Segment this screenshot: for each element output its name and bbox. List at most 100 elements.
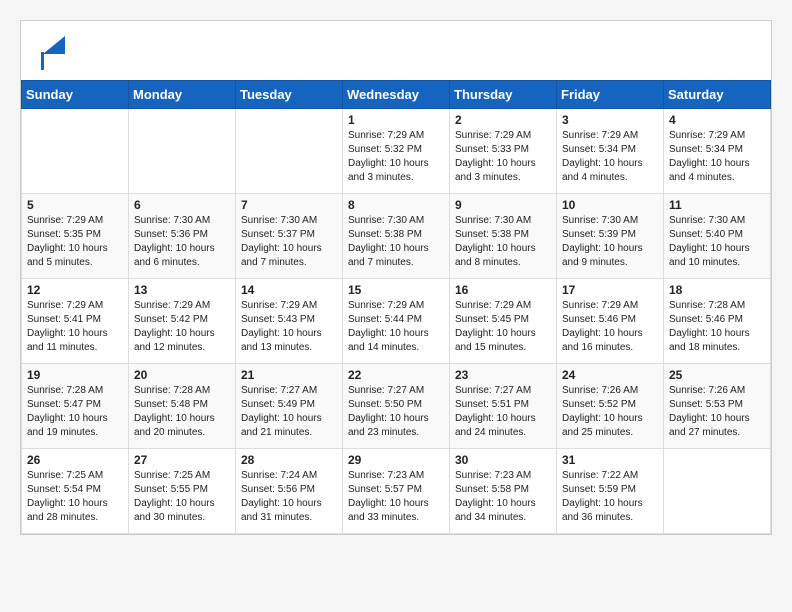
day-cell: 28 Sunrise: 7:24 AMSunset: 5:56 PMDayligh… — [236, 449, 343, 534]
day-number: 24 — [562, 368, 658, 382]
day-cell: 24 Sunrise: 7:26 AMSunset: 5:52 PMDayligh… — [557, 364, 664, 449]
day-info: Sunrise: 7:29 AMSunset: 5:46 PMDaylight:… — [562, 299, 658, 355]
day-cell: 5 Sunrise: 7:29 AMSunset: 5:35 PMDaylight… — [22, 194, 129, 279]
day-cell: 9 Sunrise: 7:30 AMSunset: 5:38 PMDaylight… — [450, 194, 557, 279]
day-number: 2 — [455, 113, 551, 127]
day-number: 10 — [562, 198, 658, 212]
day-cell: 17 Sunrise: 7:29 AMSunset: 5:46 PMDayligh… — [557, 279, 664, 364]
day-info: Sunrise: 7:29 AMSunset: 5:41 PMDaylight:… — [27, 299, 123, 355]
day-number: 4 — [669, 113, 765, 127]
day-info: Sunrise: 7:23 AMSunset: 5:57 PMDaylight:… — [348, 469, 444, 525]
day-info: Sunrise: 7:25 AMSunset: 5:55 PMDaylight:… — [134, 469, 230, 525]
day-number: 25 — [669, 368, 765, 382]
day-cell: 22 Sunrise: 7:27 AMSunset: 5:50 PMDayligh… — [343, 364, 450, 449]
day-number: 1 — [348, 113, 444, 127]
day-info: Sunrise: 7:30 AMSunset: 5:38 PMDaylight:… — [348, 214, 444, 270]
day-cell: 21 Sunrise: 7:27 AMSunset: 5:49 PMDayligh… — [236, 364, 343, 449]
day-number: 28 — [241, 453, 337, 467]
day-info: Sunrise: 7:29 AMSunset: 5:44 PMDaylight:… — [348, 299, 444, 355]
calendar-table: SundayMondayTuesdayWednesdayThursdayFrid… — [21, 80, 771, 534]
day-number: 11 — [669, 198, 765, 212]
day-cell — [236, 109, 343, 194]
day-info: Sunrise: 7:27 AMSunset: 5:49 PMDaylight:… — [241, 384, 337, 440]
weekday-header-friday: Friday — [557, 81, 664, 109]
day-cell: 14 Sunrise: 7:29 AMSunset: 5:43 PMDayligh… — [236, 279, 343, 364]
week-row-4: 19 Sunrise: 7:28 AMSunset: 5:47 PMDayligh… — [22, 364, 771, 449]
day-info: Sunrise: 7:27 AMSunset: 5:50 PMDaylight:… — [348, 384, 444, 440]
day-info: Sunrise: 7:24 AMSunset: 5:56 PMDaylight:… — [241, 469, 337, 525]
day-info: Sunrise: 7:28 AMSunset: 5:47 PMDaylight:… — [27, 384, 123, 440]
day-cell: 7 Sunrise: 7:30 AMSunset: 5:37 PMDaylight… — [236, 194, 343, 279]
logo — [41, 36, 65, 70]
day-cell: 16 Sunrise: 7:29 AMSunset: 5:45 PMDayligh… — [450, 279, 557, 364]
day-number: 20 — [134, 368, 230, 382]
day-cell: 25Sunrise: 7:26 AMSunset: 5:53 PMDayligh… — [664, 364, 771, 449]
day-info: Sunrise: 7:29 AMSunset: 5:33 PMDaylight:… — [455, 129, 551, 185]
weekday-header-tuesday: Tuesday — [236, 81, 343, 109]
weekday-header-wednesday: Wednesday — [343, 81, 450, 109]
day-number: 19 — [27, 368, 123, 382]
day-info: Sunrise: 7:30 AMSunset: 5:36 PMDaylight:… — [134, 214, 230, 270]
day-cell: 2 Sunrise: 7:29 AMSunset: 5:33 PMDaylight… — [450, 109, 557, 194]
calendar-header — [21, 21, 771, 80]
weekday-header-saturday: Saturday — [664, 81, 771, 109]
day-number: 3 — [562, 113, 658, 127]
day-info: Sunrise: 7:29 AMSunset: 5:43 PMDaylight:… — [241, 299, 337, 355]
day-info: Sunrise: 7:29 AMSunset: 5:34 PMDaylight:… — [669, 129, 765, 185]
day-number: 29 — [348, 453, 444, 467]
day-info: Sunrise: 7:25 AMSunset: 5:54 PMDaylight:… — [27, 469, 123, 525]
day-info: Sunrise: 7:29 AMSunset: 5:42 PMDaylight:… — [134, 299, 230, 355]
day-number: 12 — [27, 283, 123, 297]
day-info: Sunrise: 7:27 AMSunset: 5:51 PMDaylight:… — [455, 384, 551, 440]
day-number: 17 — [562, 283, 658, 297]
day-info: Sunrise: 7:30 AMSunset: 5:39 PMDaylight:… — [562, 214, 658, 270]
day-info: Sunrise: 7:29 AMSunset: 5:45 PMDaylight:… — [455, 299, 551, 355]
day-number: 5 — [27, 198, 123, 212]
day-cell: 10 Sunrise: 7:30 AMSunset: 5:39 PMDayligh… — [557, 194, 664, 279]
day-cell — [664, 449, 771, 534]
week-row-1: 1 Sunrise: 7:29 AMSunset: 5:32 PMDaylight… — [22, 109, 771, 194]
day-info: Sunrise: 7:28 AMSunset: 5:48 PMDaylight:… — [134, 384, 230, 440]
day-number: 14 — [241, 283, 337, 297]
day-info: Sunrise: 7:30 AMSunset: 5:37 PMDaylight:… — [241, 214, 337, 270]
day-number: 21 — [241, 368, 337, 382]
day-cell: 3 Sunrise: 7:29 AMSunset: 5:34 PMDaylight… — [557, 109, 664, 194]
day-info: Sunrise: 7:29 AMSunset: 5:34 PMDaylight:… — [562, 129, 658, 185]
weekday-header-thursday: Thursday — [450, 81, 557, 109]
day-cell: 29 Sunrise: 7:23 AMSunset: 5:57 PMDayligh… — [343, 449, 450, 534]
weekday-header-row: SundayMondayTuesdayWednesdayThursdayFrid… — [22, 81, 771, 109]
day-info: Sunrise: 7:26 AMSunset: 5:52 PMDaylight:… — [562, 384, 658, 440]
day-cell: 4 Sunrise: 7:29 AMSunset: 5:34 PMDaylight… — [664, 109, 771, 194]
day-number: 18 — [669, 283, 765, 297]
weekday-header-sunday: Sunday — [22, 81, 129, 109]
day-cell: 23 Sunrise: 7:27 AMSunset: 5:51 PMDayligh… — [450, 364, 557, 449]
day-cell: 11Sunrise: 7:30 AMSunset: 5:40 PMDayligh… — [664, 194, 771, 279]
day-cell — [22, 109, 129, 194]
day-number: 8 — [348, 198, 444, 212]
day-number: 26 — [27, 453, 123, 467]
day-cell: 13 Sunrise: 7:29 AMSunset: 5:42 PMDayligh… — [129, 279, 236, 364]
day-number: 13 — [134, 283, 230, 297]
day-cell: 1 Sunrise: 7:29 AMSunset: 5:32 PMDaylight… — [343, 109, 450, 194]
day-number: 30 — [455, 453, 551, 467]
day-number: 16 — [455, 283, 551, 297]
week-row-3: 12 Sunrise: 7:29 AMSunset: 5:41 PMDayligh… — [22, 279, 771, 364]
day-cell: 8 Sunrise: 7:30 AMSunset: 5:38 PMDaylight… — [343, 194, 450, 279]
day-cell: 31Sunrise: 7:22 AMSunset: 5:59 PMDayligh… — [557, 449, 664, 534]
day-info: Sunrise: 7:30 AMSunset: 5:38 PMDaylight:… — [455, 214, 551, 270]
day-cell: 18 Sunrise: 7:28 AMSunset: 5:46 PMDayligh… — [664, 279, 771, 364]
day-number: 22 — [348, 368, 444, 382]
day-cell: 19 Sunrise: 7:28 AMSunset: 5:47 PMDayligh… — [22, 364, 129, 449]
week-row-5: 26 Sunrise: 7:25 AMSunset: 5:54 PMDayligh… — [22, 449, 771, 534]
day-number: 9 — [455, 198, 551, 212]
day-number: 23 — [455, 368, 551, 382]
day-info: Sunrise: 7:29 AMSunset: 5:35 PMDaylight:… — [27, 214, 123, 270]
day-cell: 30 Sunrise: 7:23 AMSunset: 5:58 PMDayligh… — [450, 449, 557, 534]
day-cell: 20 Sunrise: 7:28 AMSunset: 5:48 PMDayligh… — [129, 364, 236, 449]
day-info: Sunrise: 7:23 AMSunset: 5:58 PMDaylight:… — [455, 469, 551, 525]
day-info: Sunrise: 7:28 AMSunset: 5:46 PMDaylight:… — [669, 299, 765, 355]
day-number: 7 — [241, 198, 337, 212]
calendar-container: SundayMondayTuesdayWednesdayThursdayFrid… — [20, 20, 772, 535]
day-info: Sunrise: 7:29 AMSunset: 5:32 PMDaylight:… — [348, 129, 444, 185]
day-number: 27 — [134, 453, 230, 467]
